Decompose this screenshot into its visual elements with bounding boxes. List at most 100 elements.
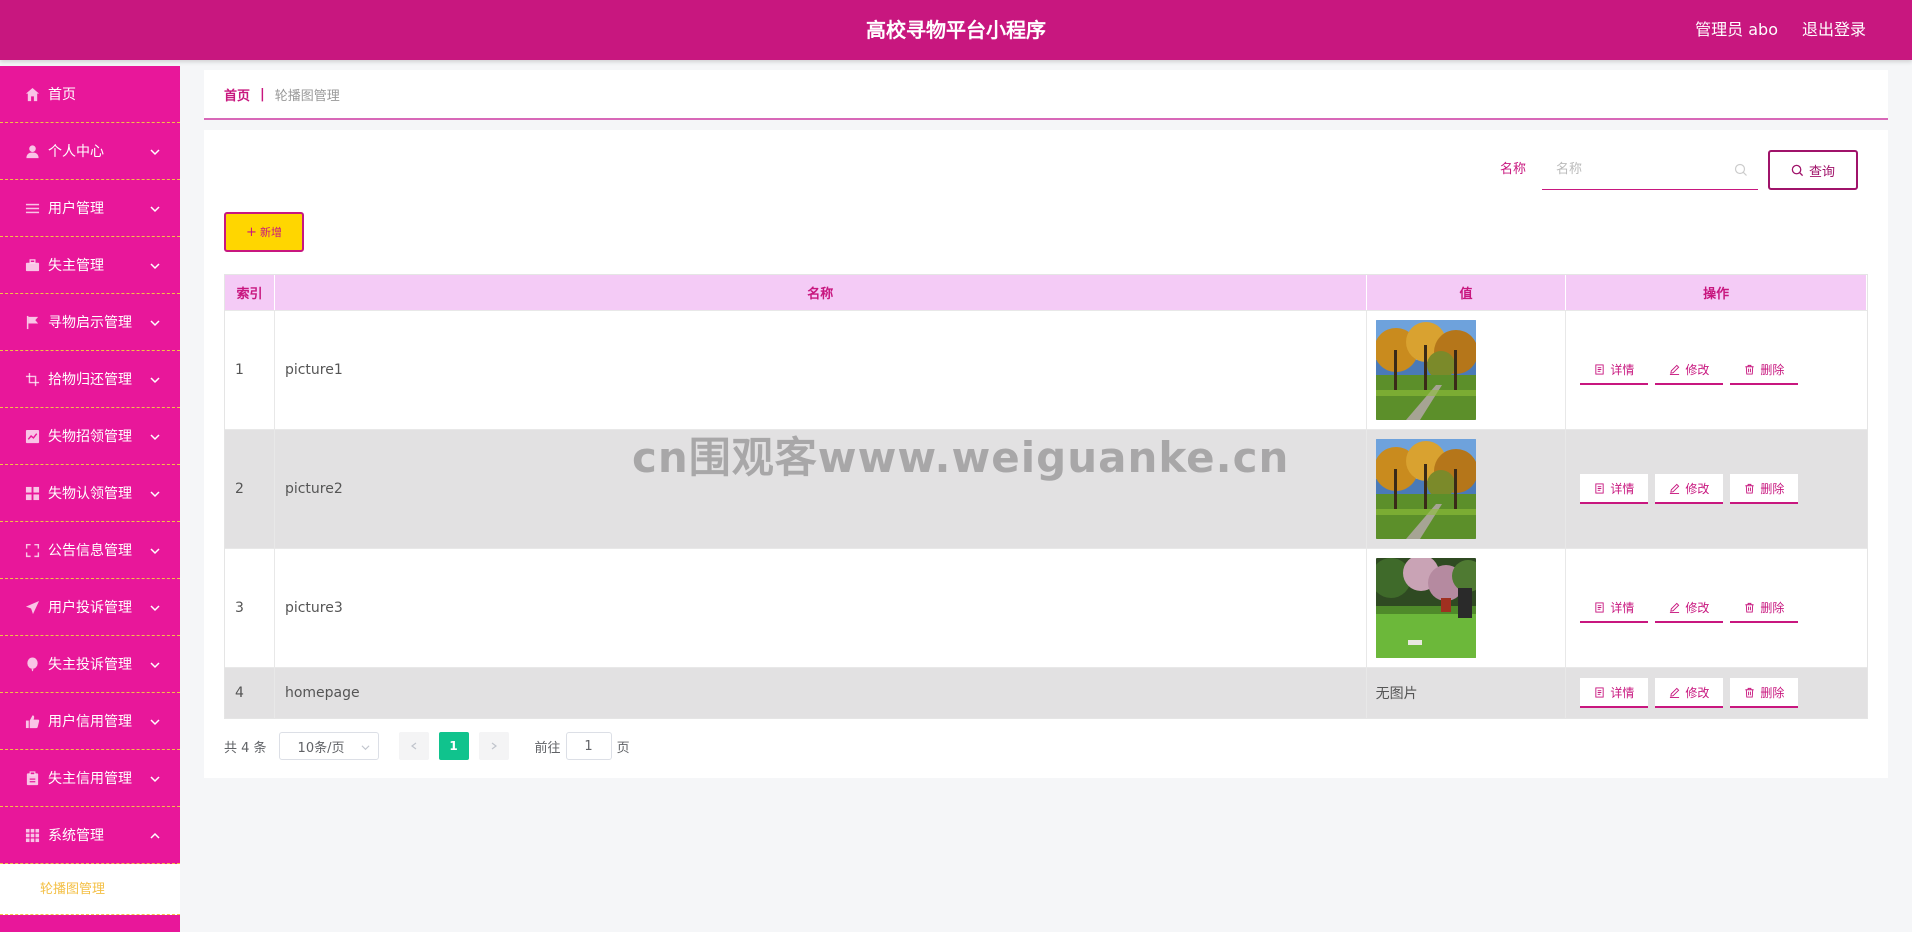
sidebar-item-announcement-management[interactable]: 公告信息管理 <box>0 522 180 579</box>
search-input[interactable] <box>1542 150 1732 188</box>
sidebar-item-label: 寻物启示管理 <box>48 315 132 331</box>
chevron-down-icon <box>150 715 160 726</box>
sidebar-item-user-management[interactable]: 用户管理 <box>0 180 180 237</box>
goto-page-input[interactable] <box>565 732 612 760</box>
sidebar-item-found-return-management[interactable]: 拾物归还管理 <box>0 351 180 408</box>
sidebar-item-label: 失主投诉管理 <box>48 657 132 673</box>
search-button-label: 查询 <box>1808 164 1835 180</box>
document-icon <box>1595 686 1604 698</box>
table-row: 2 picture2 详情 修改 删除 <box>225 429 1867 548</box>
edit-icon <box>1670 602 1680 613</box>
page-size-value: 10条/页 <box>297 740 345 756</box>
sidebar-item-label: 拾物归还管理 <box>48 372 132 388</box>
delete-button[interactable]: 删除 <box>1730 678 1799 708</box>
edit-button[interactable]: 修改 <box>1655 474 1724 504</box>
delete-label: 删除 <box>1760 362 1785 377</box>
document-icon <box>1595 363 1604 375</box>
cell-actions: 详情 修改 删除 <box>1566 311 1867 429</box>
sidebar-item-label: 用户管理 <box>48 201 104 217</box>
carousel-image[interactable] <box>1375 439 1476 539</box>
chevron-down-icon <box>150 259 160 270</box>
grid-icon <box>24 485 40 501</box>
cell-index: 3 <box>225 549 275 667</box>
detail-button[interactable]: 详情 <box>1580 678 1649 708</box>
app-title: 高校寻物平台小程序 <box>866 18 1046 42</box>
current-user: 管理员 abo <box>1695 20 1778 39</box>
sidebar-item-user-complaint-management[interactable]: 用户投诉管理 <box>0 579 180 636</box>
chevron-left-icon <box>410 742 416 750</box>
breadcrumb-home[interactable]: 首页 <box>224 85 250 104</box>
list-icon <box>24 200 40 216</box>
cell-name: homepage <box>275 668 1367 718</box>
sidebar-item-label: 失主信用管理 <box>48 771 132 787</box>
page-size-select[interactable]: 10条/页 <box>278 732 379 760</box>
edit-button[interactable]: 修改 <box>1655 355 1724 385</box>
sidebar-item-label: 用户投诉管理 <box>48 600 132 616</box>
chevron-down-icon <box>150 772 160 783</box>
delete-button[interactable]: 删除 <box>1730 593 1799 623</box>
sidebar-item-label: 个人中心 <box>48 144 104 160</box>
search-field <box>1542 150 1758 190</box>
carousel-image[interactable] <box>1375 320 1476 420</box>
delete-label: 删除 <box>1760 685 1785 700</box>
column-header-name: 名称 <box>275 275 1367 310</box>
chevron-down-icon <box>150 544 160 555</box>
delete-button[interactable]: 删除 <box>1730 355 1799 385</box>
detail-label: 详情 <box>1610 600 1635 615</box>
sidebar-item-lost-found-management[interactable]: 失物招领管理 <box>0 408 180 465</box>
edit-icon <box>1670 687 1680 698</box>
sidebar-item-system-management[interactable]: 系统管理 <box>0 807 180 864</box>
carousel-image[interactable] <box>1375 558 1476 658</box>
sidebar-item-owner-credit-management[interactable]: 失主信用管理 <box>0 750 180 807</box>
edit-button[interactable]: 修改 <box>1655 593 1724 623</box>
sidebar-item-personal-center[interactable]: 个人中心 <box>0 123 180 180</box>
chevron-down-icon <box>150 316 160 327</box>
search-icon <box>1791 164 1804 176</box>
trash-icon <box>1745 602 1755 613</box>
cell-value <box>1367 311 1567 429</box>
delete-label: 删除 <box>1760 481 1785 496</box>
add-button[interactable]: + 新增 <box>224 212 304 252</box>
detail-label: 详情 <box>1610 481 1635 496</box>
trash-icon <box>1745 687 1755 698</box>
sidebar-subitem-carousel[interactable]: 轮播图管理 <box>0 864 180 915</box>
add-button-label: 新增 <box>259 226 282 239</box>
sidebar-item-claim-management[interactable]: 失物认领管理 <box>0 465 180 522</box>
column-header-index: 索引 <box>225 275 275 310</box>
sidebar-item-label: 首页 <box>48 87 76 103</box>
sidebar-item-owner-management[interactable]: 失主管理 <box>0 237 180 294</box>
prev-page-button[interactable] <box>398 732 429 760</box>
sidebar-item-owner-complaint-management[interactable]: 失主投诉管理 <box>0 636 180 693</box>
next-page-button[interactable] <box>478 732 509 760</box>
edit-label: 修改 <box>1685 685 1710 700</box>
cell-name: picture2 <box>275 430 1367 548</box>
trash-icon <box>1745 483 1755 494</box>
table-row: 3 picture3 详情 修改 删除 <box>225 548 1867 667</box>
cell-value <box>1367 549 1567 667</box>
user-icon <box>24 143 40 159</box>
thumb-icon <box>24 713 40 729</box>
sidebar-item-home[interactable]: 首页 <box>0 66 180 123</box>
edit-label: 修改 <box>1685 600 1710 615</box>
sidebar-item-label: 失物招领管理 <box>48 429 132 445</box>
chevron-down-icon <box>150 202 160 213</box>
page-number-active[interactable]: 1 <box>438 732 469 760</box>
sidebar-item-lost-notice-management[interactable]: 寻物启示管理 <box>0 294 180 351</box>
goto-label: 前往 <box>534 740 561 756</box>
edit-button[interactable]: 修改 <box>1655 678 1724 708</box>
total-count: 共 4 条 <box>224 740 267 756</box>
search-label: 名称 <box>1500 162 1527 177</box>
chart-icon <box>24 428 40 444</box>
detail-button[interactable]: 详情 <box>1580 474 1649 504</box>
detail-button[interactable]: 详情 <box>1580 355 1649 385</box>
chevron-up-icon <box>150 829 160 839</box>
sidebar-item-user-credit-management[interactable]: 用户信用管理 <box>0 693 180 750</box>
cell-value <box>1367 430 1567 548</box>
cell-actions: 详情 修改 删除 <box>1566 549 1867 667</box>
document-icon <box>1595 601 1604 613</box>
detail-button[interactable]: 详情 <box>1580 593 1649 623</box>
logout-button[interactable]: 退出登录 <box>1802 0 1866 60</box>
search-button[interactable]: 查询 <box>1768 150 1858 190</box>
plus-icon: + <box>246 224 257 240</box>
delete-button[interactable]: 删除 <box>1730 474 1799 504</box>
